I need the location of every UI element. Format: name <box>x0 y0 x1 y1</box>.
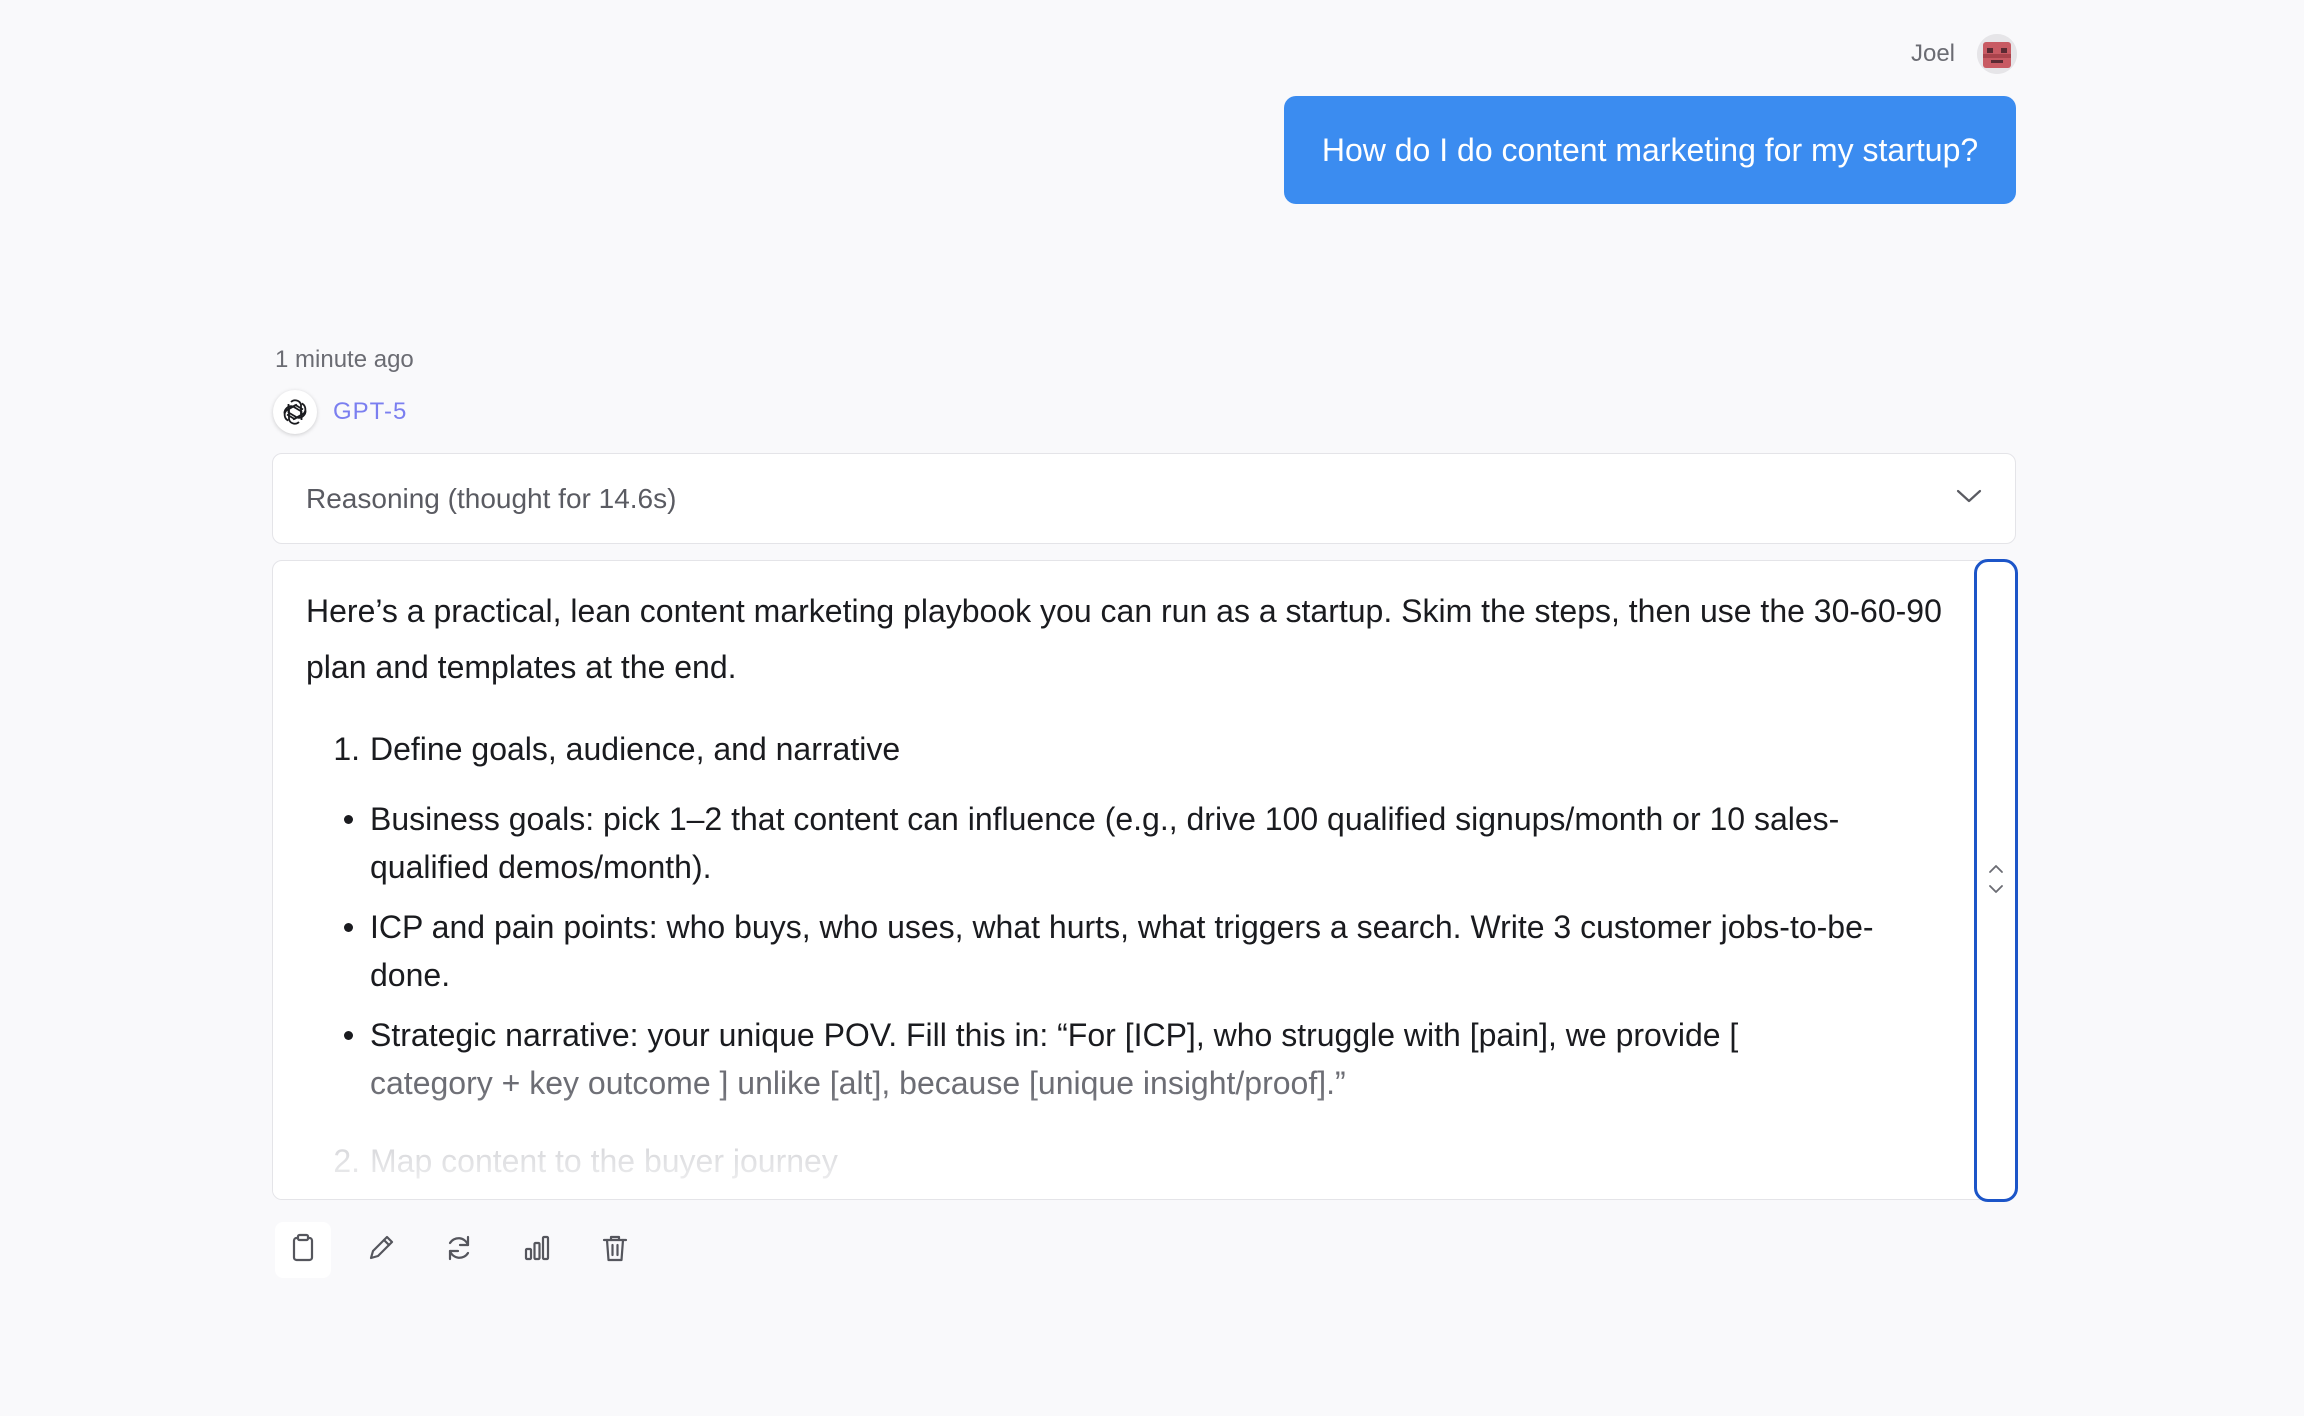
reasoning-toggle[interactable]: Reasoning (thought for 14.6s) <box>272 453 2016 544</box>
bullet-dot <box>306 903 370 999</box>
message-actions <box>275 1222 643 1278</box>
list-item: Business goals: pick 1–2 that content ca… <box>306 795 1946 891</box>
model-name: GPT-5 <box>333 398 408 425</box>
refresh-icon <box>444 1233 474 1268</box>
stats-button[interactable] <box>509 1222 565 1278</box>
list-item: Strategic narrative: your unique POV. Fi… <box>306 1011 1946 1107</box>
regenerate-button[interactable] <box>431 1222 487 1278</box>
answer-intro: Here’s a practical, lean content marketi… <box>306 593 1942 685</box>
bullet-dot <box>306 795 370 891</box>
step-title: Define goals, audience, and narrative <box>370 731 901 767</box>
user-name: Joel <box>1910 40 1955 67</box>
step-heading: 1. Define goals, audience, and narrative <box>306 721 1946 777</box>
bullet-text: Strategic narrative: your unique POV. Fi… <box>370 1011 1946 1107</box>
reasoning-label: Reasoning (thought for 14.6s) <box>306 482 677 514</box>
chevron-up-icon[interactable] <box>1987 862 2005 880</box>
bullet-list: Business goals: pick 1–2 that content ca… <box>306 795 1946 1107</box>
user-message-bubble: How do I do content marketing for my sta… <box>1284 96 2016 204</box>
step-heading: 2. Map content to the buyer journey <box>306 1133 1946 1189</box>
delete-button[interactable] <box>587 1222 643 1278</box>
step-title: Map content to the buyer journey <box>370 1143 838 1179</box>
chevron-down-icon <box>1955 486 1983 511</box>
message-timestamp: 1 minute ago <box>275 346 414 373</box>
answer-content: Here’s a practical, lean content marketi… <box>306 583 1946 1189</box>
user-header: Joel <box>1911 34 2017 74</box>
openai-logo-icon <box>273 390 317 434</box>
user-avatar-icon[interactable] <box>1977 34 2017 74</box>
bullet-text: ICP and pain points: who buys, who uses,… <box>370 909 1874 993</box>
pencil-icon <box>366 1233 396 1268</box>
user-message-text: How do I do content marketing for my sta… <box>1321 131 1979 168</box>
bullet-text: Business goals: pick 1–2 that content ca… <box>370 801 1840 885</box>
model-header: GPT-5 <box>273 390 407 434</box>
trash-icon <box>600 1233 630 1268</box>
bar-chart-icon <box>522 1233 552 1268</box>
assistant-answer: Here’s a practical, lean content marketi… <box>272 560 2016 1200</box>
bullet-text-line: category + key outcome ] unlike [alt], b… <box>370 1065 1346 1101</box>
scroll-handle[interactable] <box>1974 559 2018 1202</box>
copy-button[interactable] <box>275 1222 331 1278</box>
clipboard-icon <box>289 1233 317 1268</box>
bullet-dot <box>306 1011 370 1107</box>
list-item: ICP and pain points: who buys, who uses,… <box>306 903 1946 999</box>
edit-button[interactable] <box>353 1222 409 1278</box>
chevron-down-icon[interactable] <box>1987 882 2005 900</box>
step-number: 2. <box>333 1143 360 1179</box>
step-number: 1. <box>333 731 360 767</box>
bullet-text-line: Strategic narrative: your unique POV. Fi… <box>370 1017 1739 1053</box>
